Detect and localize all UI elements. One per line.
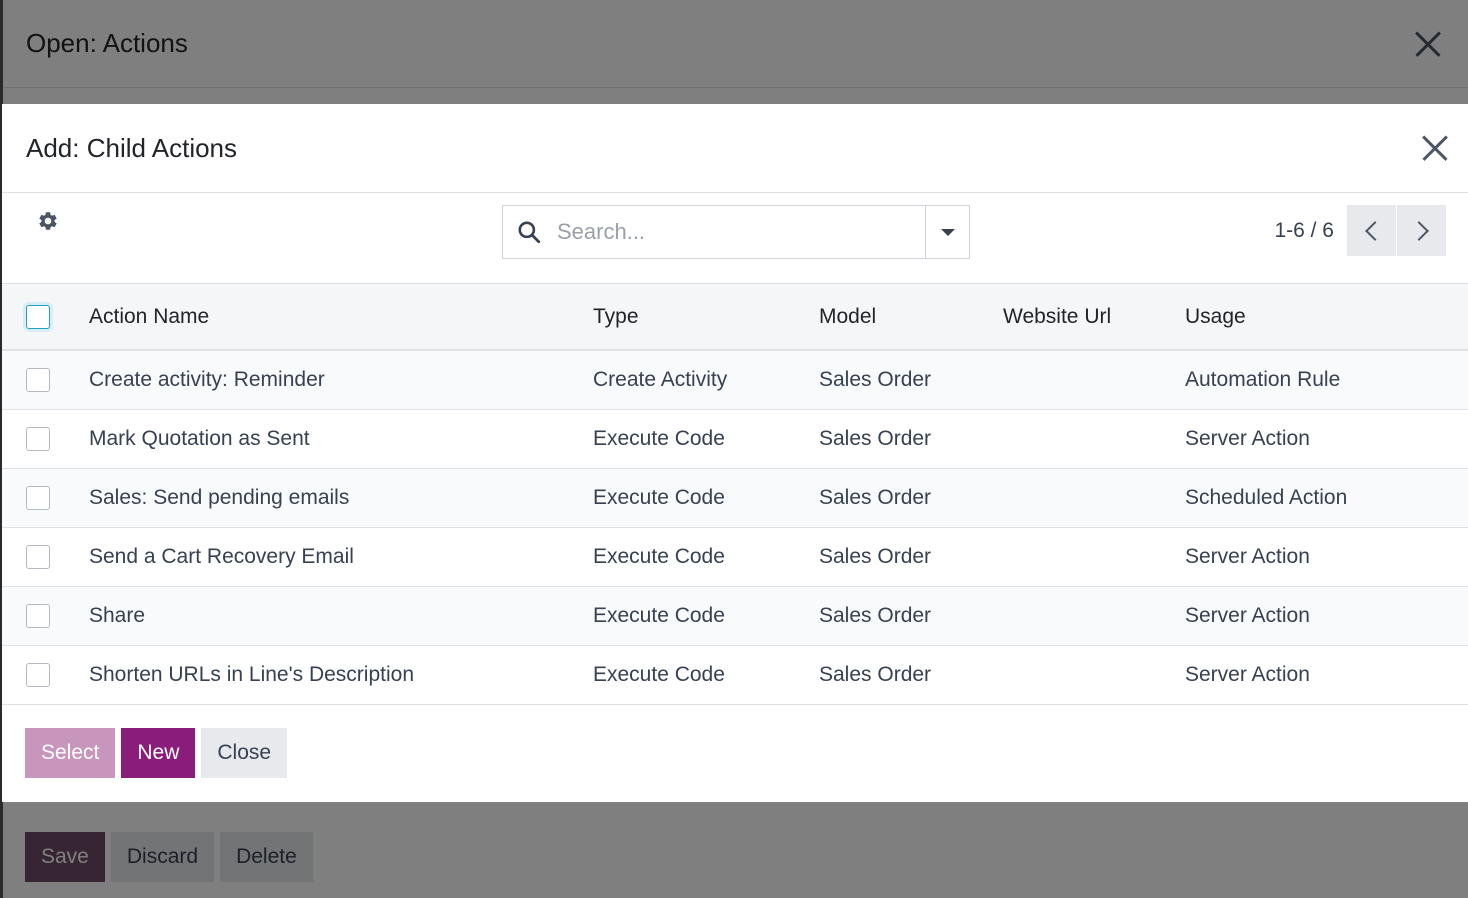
column-action-name[interactable]: Action Name xyxy=(89,305,593,329)
dialog-title: Add: Child Actions xyxy=(26,132,238,163)
column-usage[interactable]: Usage xyxy=(1185,305,1468,329)
cell-usage: Server Action xyxy=(1185,663,1310,686)
row-checkbox[interactable] xyxy=(26,604,50,628)
gear-icon[interactable] xyxy=(37,210,59,232)
cell-model: Sales Order xyxy=(819,604,932,627)
caret-down-icon xyxy=(940,228,955,236)
cell-type: Create Activity xyxy=(593,368,728,391)
chevron-left-icon xyxy=(1364,220,1385,241)
control-panel: 1-6 / 6 xyxy=(2,193,1468,283)
cell-usage: Server Action xyxy=(1185,604,1310,627)
dialog-header: Add: Child Actions xyxy=(2,104,1468,193)
row-checkbox[interactable] xyxy=(26,545,50,569)
cell-action-name: Create activity: Reminder xyxy=(89,368,325,391)
cell-type: Execute Code xyxy=(593,604,725,627)
search-input[interactable] xyxy=(555,206,925,258)
new-button[interactable]: New xyxy=(121,728,196,778)
close-icon[interactable] xyxy=(1421,134,1449,162)
pager-previous-button[interactable] xyxy=(1347,205,1396,256)
row-checkbox[interactable] xyxy=(26,663,50,687)
table-row[interactable]: Sales: Send pending emails Execute Code … xyxy=(2,469,1468,528)
cell-model: Sales Order xyxy=(819,486,932,509)
select-button[interactable]: Select xyxy=(25,728,116,778)
cell-usage: Server Action xyxy=(1185,427,1310,450)
cell-model: Sales Order xyxy=(819,427,932,450)
cell-action-name: Shorten URLs in Line's Description xyxy=(89,663,414,686)
table-body: Create activity: Reminder Create Activit… xyxy=(2,351,1468,705)
cell-usage: Scheduled Action xyxy=(1185,486,1348,509)
select-all-checkbox[interactable] xyxy=(26,304,50,329)
column-website-url[interactable]: Website Url xyxy=(1003,305,1185,329)
pager-value[interactable]: 1-6 / 6 xyxy=(1274,219,1334,243)
close-button[interactable]: Close xyxy=(201,728,288,778)
table-row[interactable]: Mark Quotation as Sent Execute Code Sale… xyxy=(2,410,1468,469)
cell-type: Execute Code xyxy=(593,486,725,509)
pager: 1-6 / 6 xyxy=(1274,205,1446,256)
dialog-footer: Select New Close xyxy=(25,728,288,778)
actions-table: Action Name Type Model Website Url Usage… xyxy=(2,283,1468,705)
search-icon[interactable] xyxy=(503,206,555,258)
pager-next-button[interactable] xyxy=(1397,205,1446,256)
search-options-toggle[interactable] xyxy=(925,206,969,258)
row-checkbox[interactable] xyxy=(26,368,50,392)
chevron-right-icon xyxy=(1408,220,1429,241)
table-header: Action Name Type Model Website Url Usage xyxy=(2,283,1468,351)
cell-action-name: Send a Cart Recovery Email xyxy=(89,545,354,568)
row-checkbox[interactable] xyxy=(26,427,50,451)
table-row[interactable]: Send a Cart Recovery Email Execute Code … xyxy=(2,528,1468,587)
cell-type: Execute Code xyxy=(593,545,725,568)
cell-action-name: Share xyxy=(89,604,146,627)
row-checkbox[interactable] xyxy=(26,486,50,510)
select-all-cell xyxy=(2,304,89,329)
cell-model: Sales Order xyxy=(819,663,932,686)
cell-usage: Server Action xyxy=(1185,545,1310,568)
search-bar xyxy=(502,205,970,259)
column-type[interactable]: Type xyxy=(593,305,819,329)
column-model[interactable]: Model xyxy=(819,305,1003,329)
cell-model: Sales Order xyxy=(819,368,932,391)
cell-action-name: Sales: Send pending emails xyxy=(89,486,350,509)
add-child-actions-dialog: Add: Child Actions 1-6 / 6 xyxy=(2,104,1468,802)
cell-model: Sales Order xyxy=(819,545,932,568)
table-row[interactable]: Shorten URLs in Line's Description Execu… xyxy=(2,646,1468,705)
table-row[interactable]: Create activity: Reminder Create Activit… xyxy=(2,351,1468,410)
cell-type: Execute Code xyxy=(593,427,725,450)
cell-type: Execute Code xyxy=(593,663,725,686)
cell-usage: Automation Rule xyxy=(1185,368,1341,391)
table-row[interactable]: Share Execute Code Sales Order Server Ac… xyxy=(2,587,1468,646)
cell-action-name: Mark Quotation as Sent xyxy=(89,427,310,450)
